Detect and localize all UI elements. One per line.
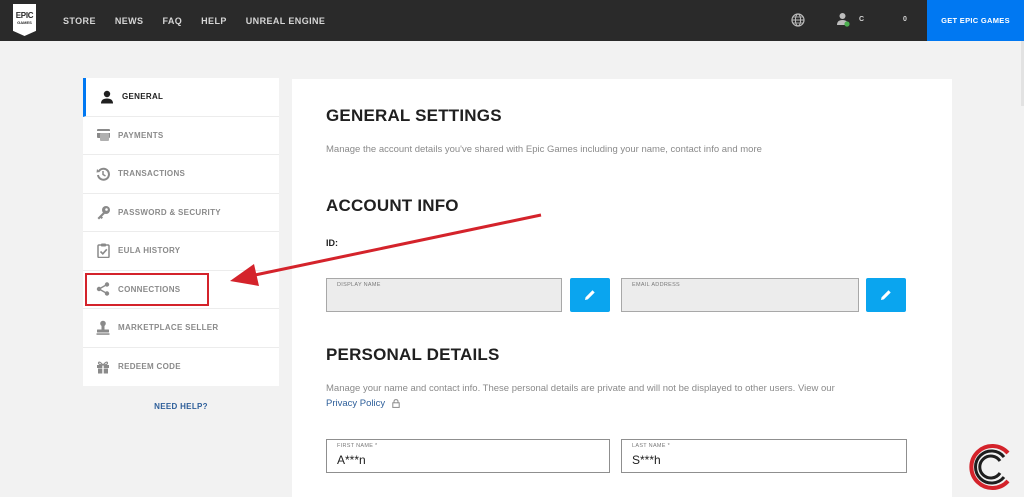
- nav-link-faq[interactable]: FAQ: [162, 16, 182, 26]
- display-name-field[interactable]: DISPLAY NAME: [326, 278, 562, 312]
- user-online-icon[interactable]: [837, 12, 850, 27]
- payments-icon: [95, 127, 111, 143]
- sidebar-item-label: REDEEM CODE: [118, 362, 181, 372]
- lock-icon: [392, 399, 400, 408]
- user-initial[interactable]: C: [859, 16, 864, 23]
- page-subtitle: Manage the account details you've shared…: [326, 144, 762, 155]
- get-epic-games-button[interactable]: GET EPIC GAMES: [927, 0, 1024, 41]
- stamp-icon: [95, 320, 111, 336]
- notification-count[interactable]: 0: [903, 16, 907, 23]
- personal-details-description: Manage your name and contact info. These…: [326, 381, 916, 411]
- person-icon: [99, 89, 115, 105]
- sidebar-item-payments[interactable]: PAYMENTS: [83, 117, 279, 155]
- display-name-label: DISPLAY NAME: [337, 282, 381, 288]
- sidebar-item-label: CONNECTIONS: [118, 284, 181, 294]
- history-icon: [95, 166, 111, 182]
- gift-icon: [95, 359, 111, 375]
- nav-link-news[interactable]: NEWS: [115, 16, 144, 26]
- account-id-label: ID:: [326, 238, 338, 248]
- clipboard-check-icon: [95, 243, 111, 259]
- share-icon: [95, 281, 111, 297]
- pencil-icon: [585, 290, 595, 300]
- site-watermark-logo: [969, 444, 1010, 490]
- sidebar-item-label: EULA HISTORY: [118, 246, 181, 256]
- nav-link-store[interactable]: STORE: [63, 16, 96, 26]
- pencil-icon: [881, 290, 891, 300]
- last-name-field[interactable]: LAST NAME * S***h: [621, 439, 907, 473]
- sidebar-item-label: GENERAL: [122, 92, 164, 102]
- last-name-value: S***h: [632, 453, 661, 467]
- key-icon: [95, 204, 111, 220]
- nav-link-help[interactable]: HELP: [201, 16, 227, 26]
- nav-links: STORE NEWS FAQ HELP UNREAL ENGINE: [63, 0, 344, 41]
- account-info-heading: ACCOUNT INFO: [326, 196, 459, 215]
- page-title: GENERAL SETTINGS: [326, 106, 502, 125]
- privacy-policy-link[interactable]: Privacy Policy: [326, 398, 385, 409]
- sidebar-item-label: PAYMENTS: [118, 130, 164, 140]
- personal-details-heading: PERSONAL DETAILS: [326, 345, 500, 364]
- nav-link-unreal-engine[interactable]: UNREAL ENGINE: [246, 16, 326, 26]
- sidebar-item-label: PASSWORD & SECURITY: [118, 207, 221, 217]
- sidebar-item-transactions[interactable]: TRANSACTIONS: [83, 155, 279, 194]
- first-name-value: A***n: [337, 453, 366, 467]
- sidebar-item-marketplace-seller[interactable]: MARKETPLACE SELLER: [83, 309, 279, 348]
- top-nav: EPIC GAMES STORE NEWS FAQ HELP UNREAL EN…: [0, 0, 1024, 41]
- email-address-label: EMAIL ADDRESS: [632, 282, 681, 288]
- epic-games-logo[interactable]: EPIC GAMES: [13, 4, 36, 36]
- first-name-label: FIRST NAME *: [337, 443, 378, 449]
- sidebar-item-label: MARKETPLACE SELLER: [118, 323, 219, 333]
- sidebar-item-password-security[interactable]: PASSWORD & SECURITY: [83, 194, 279, 232]
- last-name-label: LAST NAME *: [632, 443, 671, 449]
- need-help-link[interactable]: NEED HELP?: [83, 402, 279, 411]
- logo-text-games: GAMES: [17, 20, 32, 25]
- sidebar-item-redeem-code[interactable]: REDEEM CODE: [83, 348, 279, 387]
- settings-sidebar: GENERAL PAYMENTS TRANSACTIONS PASSWORD &…: [83, 78, 279, 386]
- first-name-field[interactable]: FIRST NAME * A***n: [326, 439, 610, 473]
- sidebar-item-general[interactable]: GENERAL: [83, 78, 279, 117]
- sidebar-item-eula-history[interactable]: EULA HISTORY: [83, 232, 279, 271]
- sidebar-item-label: TRANSACTIONS: [118, 169, 186, 179]
- logo-text-epic: EPIC: [15, 11, 34, 20]
- edit-display-name-button[interactable]: [570, 278, 610, 312]
- email-address-field[interactable]: EMAIL ADDRESS: [621, 278, 859, 312]
- sidebar-item-connections[interactable]: CONNECTIONS: [83, 271, 279, 309]
- edit-email-button[interactable]: [866, 278, 906, 312]
- globe-icon[interactable]: [791, 13, 805, 27]
- personal-details-text: Manage your name and contact info. These…: [326, 383, 835, 394]
